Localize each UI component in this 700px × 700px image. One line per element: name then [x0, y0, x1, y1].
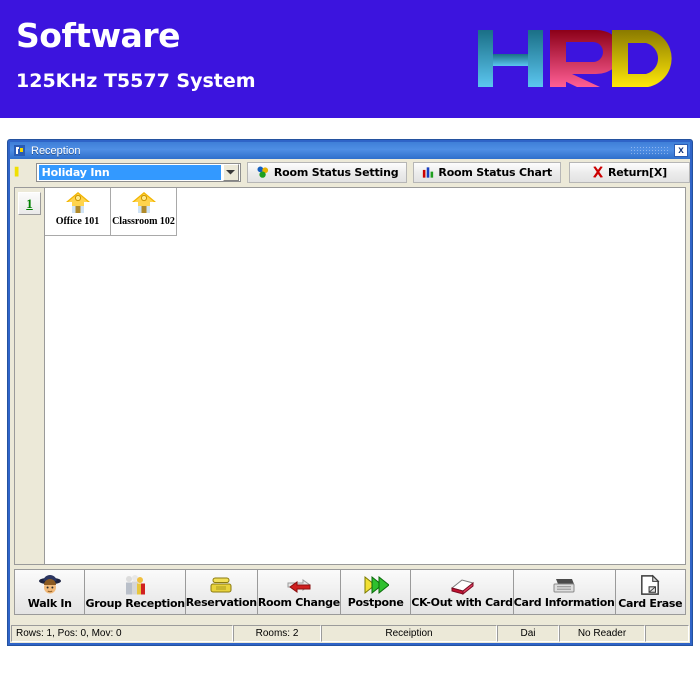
banner-title: Software: [16, 16, 180, 55]
application-window: Reception x Holiday Inn Room Status Sett…: [8, 140, 692, 645]
return-label: Return[X]: [607, 165, 667, 179]
app-icon: [13, 144, 26, 157]
postpone-button[interactable]: Postpone: [340, 570, 412, 614]
status-spare: [645, 625, 689, 642]
card-information-label: Card Information: [513, 596, 615, 609]
bottom-command-bar: Walk In Group Reception Reservation Room…: [14, 569, 686, 615]
rooms-row: Office 101 Classroom 102: [45, 188, 685, 236]
banner-subtitle: 125KHz T5577 System: [16, 70, 256, 92]
floor-tab-sidebar: 1: [14, 187, 44, 565]
top-toolbar: Holiday Inn Room Status Setting Room Sta…: [10, 159, 690, 185]
group-people-icon: [122, 574, 148, 596]
status-rows-info: Rows: 1, Pos: 0, Mov: 0: [11, 625, 233, 642]
fast-forward-icon: [363, 575, 389, 595]
window-title: Reception: [31, 144, 81, 157]
room-status-chart-button[interactable]: Room Status Chart: [413, 161, 561, 183]
bookmark-icon: [14, 165, 36, 179]
close-icon[interactable]: x: [674, 144, 688, 157]
sidebar-item-floor-1[interactable]: 1: [18, 192, 41, 215]
house-icon: [131, 191, 157, 215]
page-erase-icon: [640, 574, 660, 596]
reservation-label: Reservation: [185, 596, 257, 609]
telephone-icon: [208, 575, 234, 595]
walk-in-button[interactable]: Walk In: [15, 570, 86, 614]
group-reception-label: Group Reception: [85, 597, 185, 610]
swap-arrows-icon: [286, 575, 312, 595]
card-info-icon: [551, 575, 577, 595]
card-erase-button[interactable]: Card Erase: [615, 570, 686, 614]
color-circles-icon: [256, 165, 270, 179]
person-hat-icon: [38, 574, 62, 596]
chevron-down-icon[interactable]: [222, 163, 239, 181]
ck-out-with-card-button[interactable]: CK-Out with Card: [411, 570, 514, 614]
hotel-select[interactable]: Holiday Inn: [35, 162, 241, 182]
red-x-icon: [592, 166, 604, 178]
header-banner: Software 125KHz T5577 System: [0, 0, 700, 118]
room-item-classroom-102[interactable]: Classroom 102: [111, 188, 177, 236]
bar-chart-icon: [422, 166, 434, 179]
titlebar-texture: [630, 146, 670, 155]
room-status-setting-button[interactable]: Room Status Setting: [246, 161, 408, 183]
room-item-office-101[interactable]: Office 101: [45, 188, 111, 236]
postpone-label: Postpone: [347, 596, 404, 609]
return-button[interactable]: Return[X]: [568, 161, 690, 183]
room-change-button[interactable]: Room Change: [257, 570, 341, 614]
room-status-setting-label: Room Status Setting: [273, 165, 399, 179]
room-item-label: Classroom 102: [112, 216, 175, 227]
window-body: 1 Office 101 Classroom 102: [14, 187, 686, 565]
hotel-select-value: Holiday Inn: [38, 164, 221, 180]
status-reader: No Reader: [559, 625, 645, 642]
status-rooms: Rooms: 2: [233, 625, 321, 642]
room-change-label: Room Change: [257, 596, 340, 609]
status-module: Receiption: [321, 625, 497, 642]
walk-in-label: Walk In: [27, 597, 72, 610]
reservation-button[interactable]: Reservation: [185, 570, 258, 614]
rooms-list-pane[interactable]: Office 101 Classroom 102: [44, 187, 686, 565]
house-icon: [65, 191, 91, 215]
card-out-icon: [449, 575, 475, 595]
status-bar: Rows: 1, Pos: 0, Mov: 0 Rooms: 2 Receipt…: [11, 625, 689, 642]
room-status-chart-label: Room Status Chart: [438, 165, 552, 179]
room-item-label: Office 101: [55, 216, 100, 227]
ck-out-with-card-label: CK-Out with Card: [411, 596, 513, 609]
card-erase-label: Card Erase: [618, 597, 683, 610]
group-reception-button[interactable]: Group Reception: [85, 570, 186, 614]
status-user: Dai: [497, 625, 559, 642]
hrd-logo: [476, 22, 698, 94]
window-titlebar: Reception x: [10, 142, 690, 159]
card-information-button[interactable]: Card Information: [513, 570, 616, 614]
